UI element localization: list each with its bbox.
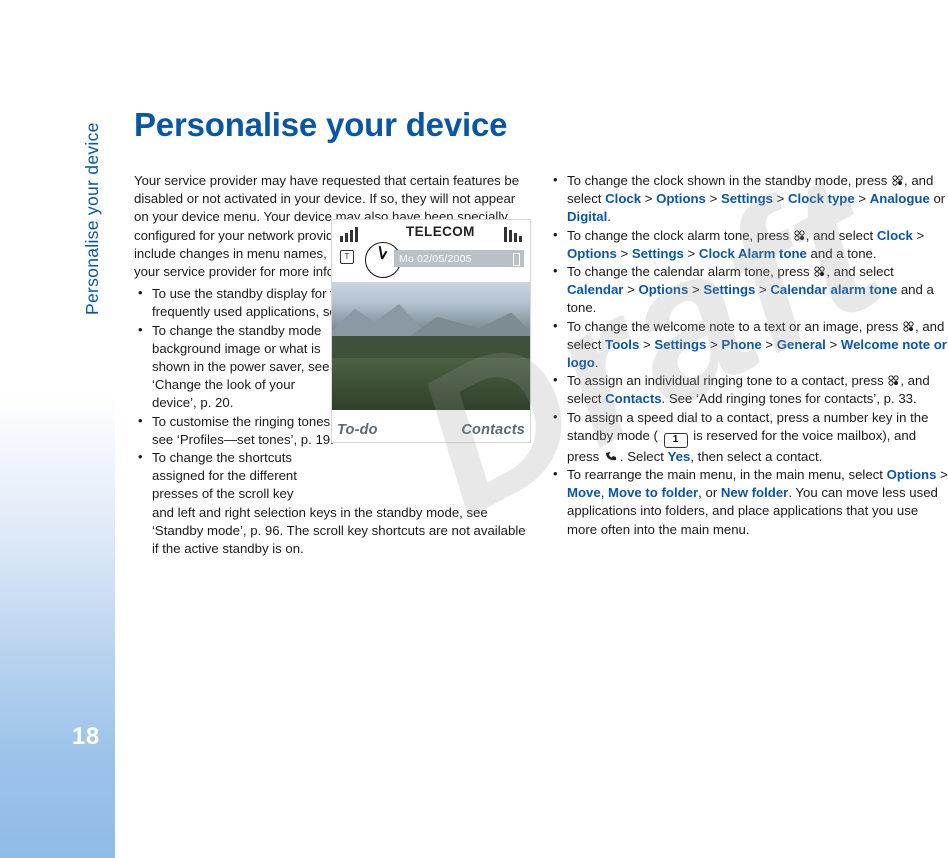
menu-path-term: Digital [567,209,608,225]
right-bullet-item: To change the welcome note to a text or … [549,317,948,373]
right-bullet-list: To change the clock shown in the standby… [549,171,948,539]
menu-path-term: Move [567,485,601,501]
menu-path-term: Yes [667,448,691,464]
menu-path-term: Options [886,467,937,483]
battery-level-icon [504,224,524,242]
menu-key-icon [892,175,903,186]
page-title: Personalise your device [134,106,508,143]
menu-path-term: Clock [876,227,913,243]
menu-path-term: Contacts [605,391,662,407]
softkey-right-label: Contacts [461,422,525,438]
menu-path-term: Move to folder [608,485,699,501]
right-column: To change the clock shown in the standby… [549,171,948,539]
menu-key-icon [794,230,805,241]
wallpaper-photo [332,282,530,410]
phone-standby-figure: TELECOM T Mo 02/05/2005 To-do Contacts [331,219,531,443]
operator-name: TELECOM [406,224,475,239]
menu-path-term: Clock type [788,191,855,207]
menu-path-term: Options [656,191,706,207]
network-mode-icon: T [340,250,354,264]
menu-path-term: Options [638,282,689,298]
menu-path-term: Settings [654,336,707,352]
menu-path-term: Calendar [567,282,624,298]
menu-key-icon [903,321,914,332]
right-bullet-item: To change the calendar alarm tone, press… [549,262,948,318]
menu-path-term: Options [567,245,617,261]
right-bullet-item: To assign a speed dial to a contact, pre… [549,408,948,466]
menu-path-term: Clock Alarm tone [698,245,807,261]
menu-path-term: Phone [721,336,762,352]
left-bullet-item: To change the shortcuts assigned for the… [134,448,529,558]
menu-key-icon [888,375,899,386]
battery-icon [513,253,520,266]
menu-key-icon [814,266,825,277]
phone-status-bar: TELECOM T Mo 02/05/2005 [332,220,530,282]
softkey-left-label: To-do [337,422,378,438]
bullet-text-wrapped: To change the shortcuts assigned for the… [152,450,297,502]
sidebar: Personalise your device 18 [0,0,115,858]
page-content: Personalise your device Your service pro… [115,0,948,858]
menu-path-term: Clock [605,191,642,207]
left-bullet-item: To customise the ringing tones, see ‘Pro… [134,412,342,449]
call-key-icon [605,449,618,461]
right-bullet-item: To assign an individual ringing tone to … [549,371,948,408]
phone-softkey-bar: To-do Contacts [332,410,530,442]
menu-path-term: General [776,336,826,352]
date-bar: Mo 02/05/2005 [394,250,524,267]
menu-path-term: Analogue [869,191,930,207]
right-bullet-item: To change the clock shown in the standby… [549,171,948,227]
menu-path-term: Settings [720,191,773,207]
menu-path-term: Calendar alarm tone [770,282,898,298]
page-number: 18 [72,723,100,750]
left-bullet-item: To change the standby mode background im… [134,321,342,413]
right-bullet-item: To change the clock alarm tone, press , … [549,226,948,263]
menu-path-term: Tools [605,336,640,352]
signal-strength-icon [340,224,360,242]
menu-path-term: Settings [703,282,756,298]
menu-path-term: Settings [631,245,684,261]
right-bullet-item: To rearrange the main menu, in the main … [549,465,948,539]
date-text: Mo 02/05/2005 [399,252,472,265]
phone-screen: TELECOM T Mo 02/05/2005 To-do Contacts [331,219,531,443]
menu-path-term: New folder [720,485,789,501]
key-1-icon: 1 [663,432,688,448]
bullet-text-full: and left and right selection keys in the… [152,504,526,557]
